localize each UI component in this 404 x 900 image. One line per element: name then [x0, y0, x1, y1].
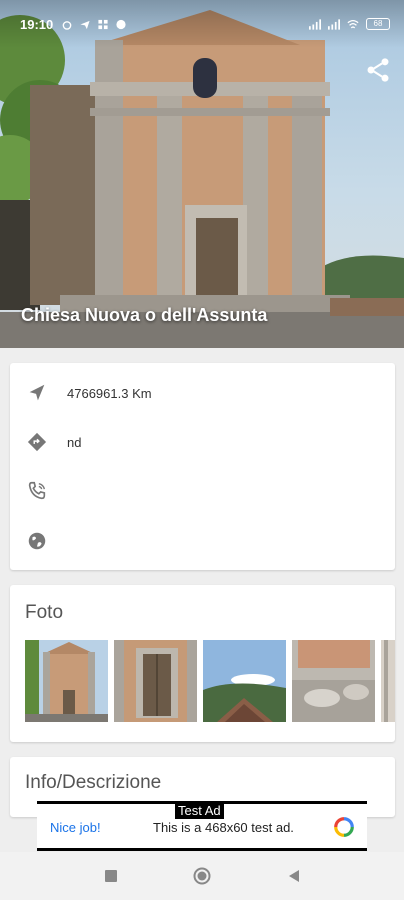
- app-grid-icon: [98, 19, 108, 29]
- telegram-icon: [80, 20, 90, 29]
- ad-message: This is a 468x60 test ad.: [153, 820, 294, 835]
- signal-2-icon: [328, 18, 340, 30]
- wifi-icon: [347, 19, 359, 28]
- system-nav-bar: [0, 852, 404, 900]
- edge-icon: [116, 19, 126, 29]
- status-time: 19:10: [20, 16, 54, 32]
- info-card: 4766961.3 Km nd: [10, 363, 395, 570]
- photo-strip[interactable]: [25, 640, 395, 722]
- home-icon[interactable]: [192, 866, 212, 886]
- ad-label: Test Ad: [175, 803, 224, 819]
- hero-image: 19:10 68 Chiesa Nuova o dell'Assunta: [0, 0, 404, 348]
- description-title: Info/Descrizione: [25, 772, 162, 793]
- photos-title: Foto: [25, 602, 64, 623]
- distance-row: 4766961.3 Km: [10, 373, 395, 413]
- church-photo: [0, 10, 404, 348]
- phone-row[interactable]: [10, 471, 395, 511]
- photo-thumb-2[interactable]: [114, 640, 197, 722]
- globe-icon: [28, 532, 46, 550]
- place-title: Chiesa Nuova o dell'Assunta: [21, 305, 268, 325]
- directions-value: nd: [67, 434, 82, 450]
- share-icon[interactable]: [364, 56, 392, 84]
- status-bar: 19:10 68: [0, 0, 404, 48]
- photo-card: Foto: [10, 585, 395, 742]
- phone-icon: [28, 481, 46, 500]
- navigation-arrow-icon: [29, 384, 45, 401]
- admob-logo-icon: [334, 817, 354, 837]
- photo-thumb-5[interactable]: [381, 640, 395, 722]
- ad-nice-job[interactable]: Nice job!: [50, 820, 101, 835]
- photo-thumb-3[interactable]: [203, 640, 286, 722]
- photo-thumb-1[interactable]: [25, 640, 108, 722]
- website-row[interactable]: [10, 521, 395, 561]
- battery-icon: 68: [366, 18, 390, 30]
- directions-icon: [27, 432, 47, 452]
- back-icon[interactable]: [284, 866, 304, 886]
- photo-thumb-4[interactable]: [292, 640, 375, 722]
- alarm-icon: [62, 20, 72, 30]
- distance-value: 4766961.3 Km: [67, 385, 152, 401]
- directions-row[interactable]: nd: [10, 422, 395, 462]
- recents-icon[interactable]: [101, 866, 121, 886]
- signal-icon: [309, 18, 321, 30]
